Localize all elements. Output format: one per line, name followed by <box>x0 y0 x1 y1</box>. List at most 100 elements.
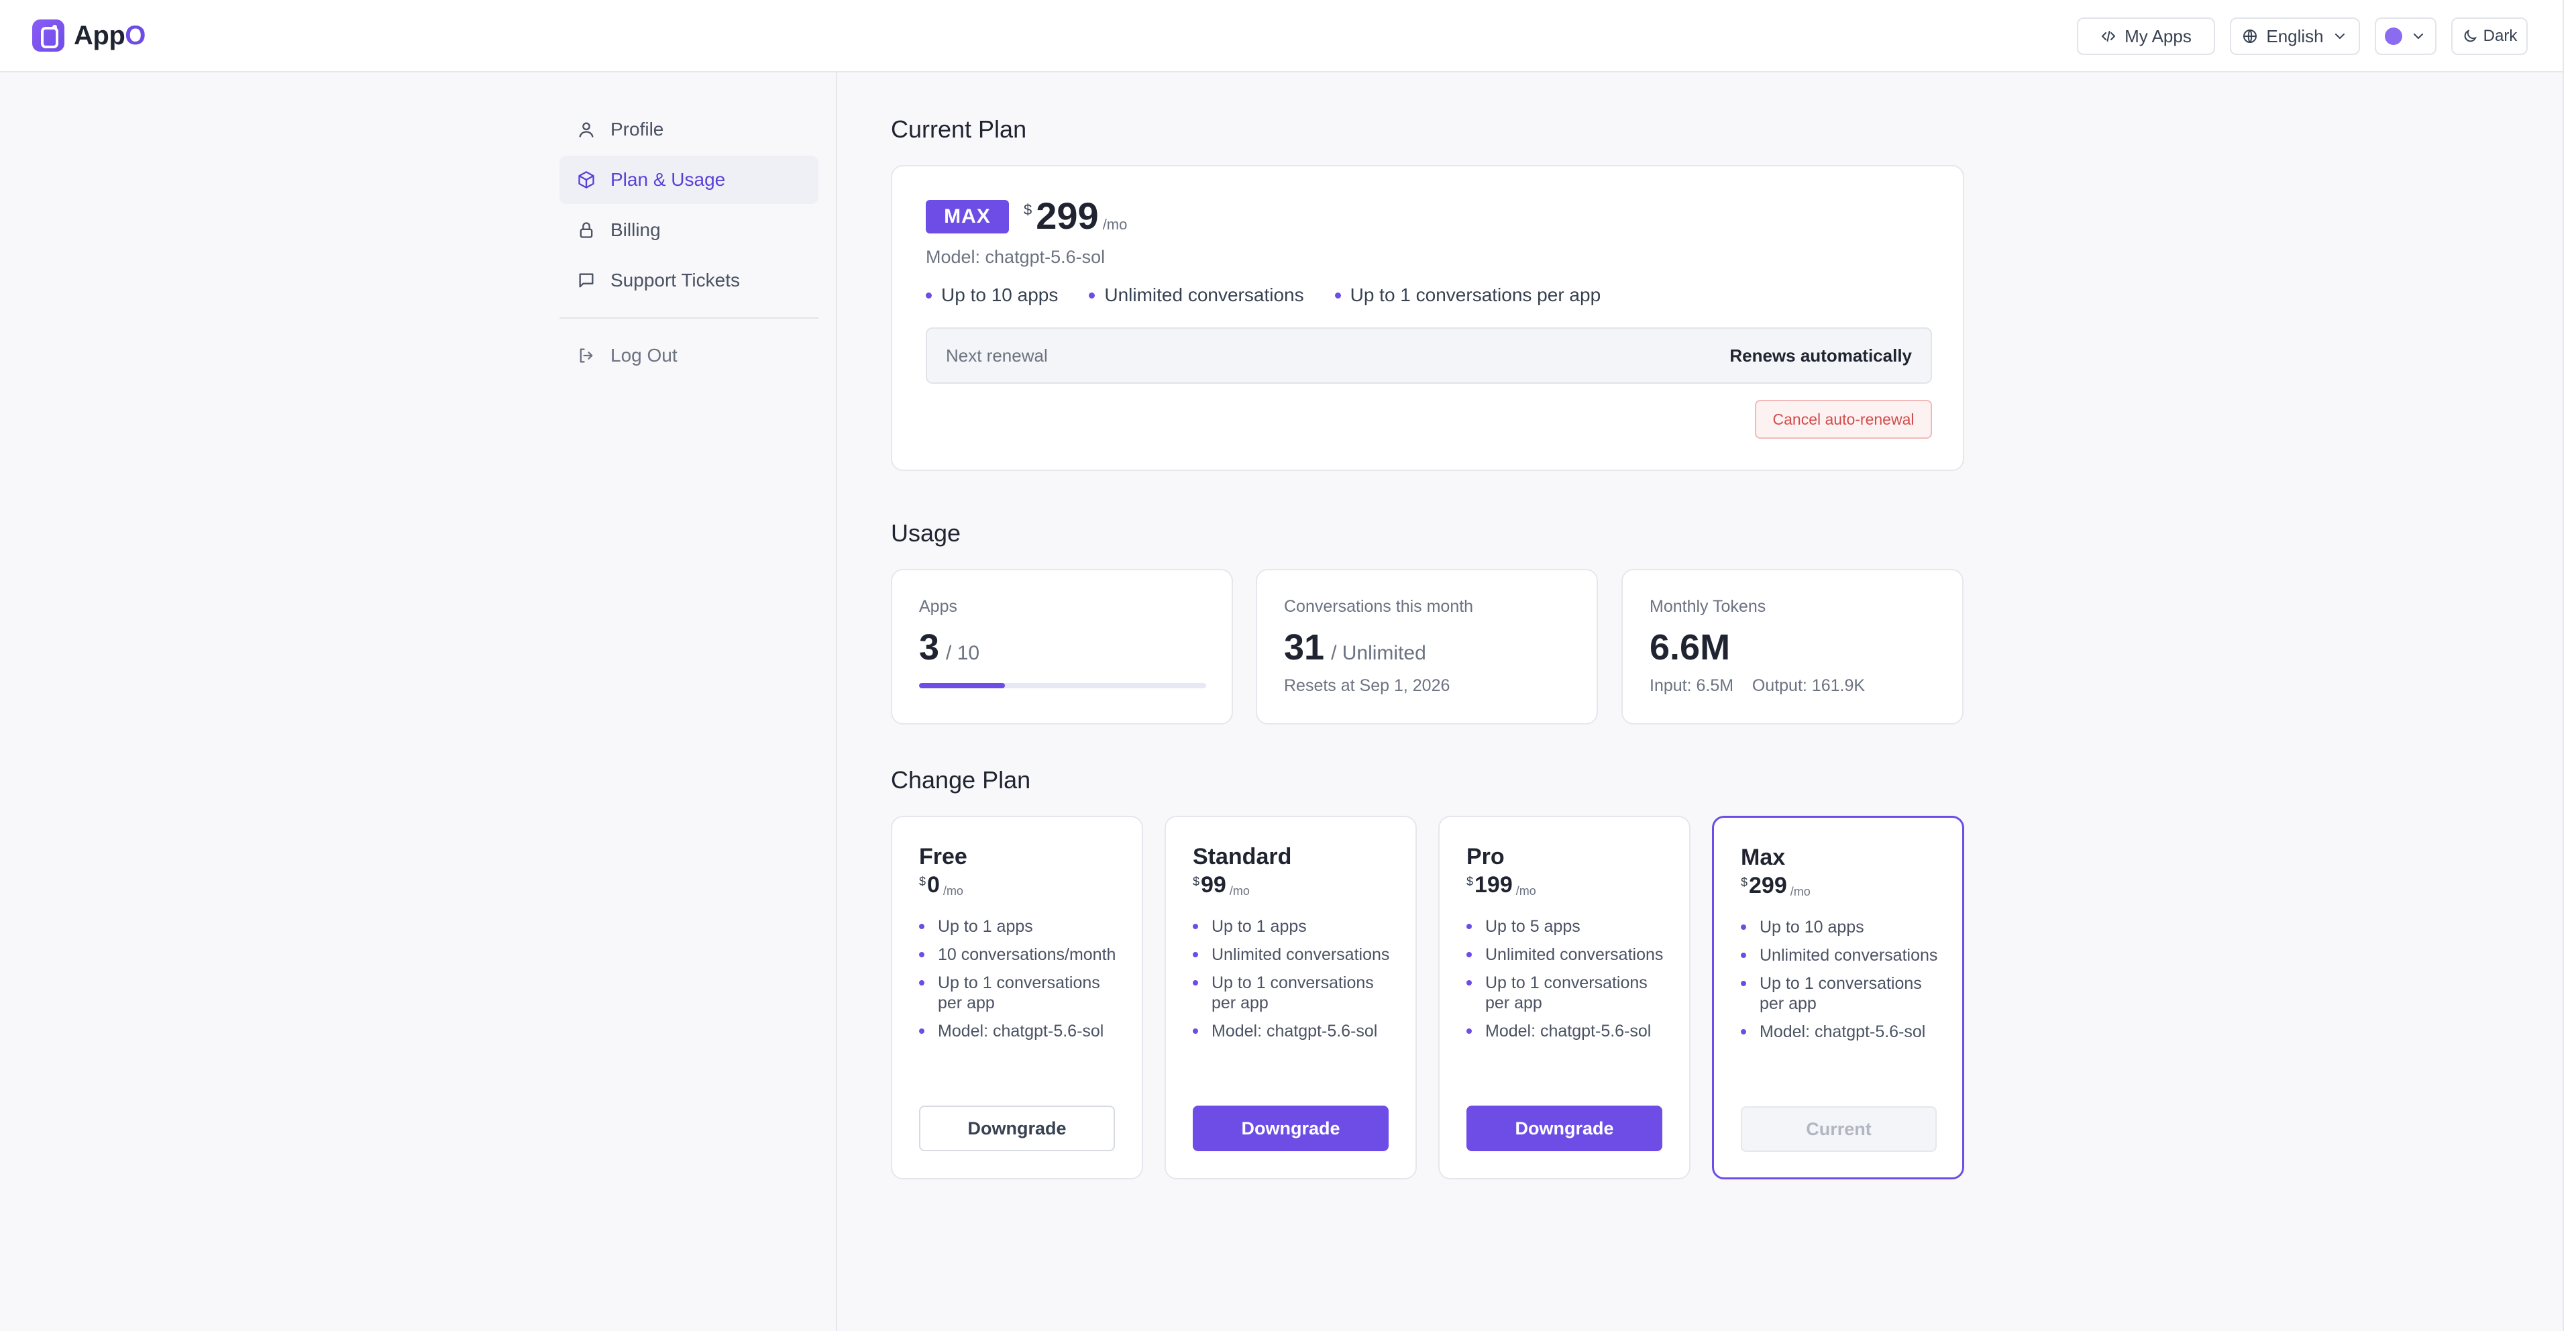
list-item: Unlimited conversations <box>1741 945 1942 965</box>
chevron-down-icon <box>2334 34 2345 40</box>
accent-color-swatch <box>2385 28 2402 45</box>
plan-card-max: Max $299/mo Up to 10 apps Unlimited conv… <box>1712 816 1964 1179</box>
bullet-icon <box>1334 292 1341 299</box>
plan-name: Free <box>919 844 967 869</box>
moon-icon <box>2464 30 2477 42</box>
bullet-icon <box>926 292 932 299</box>
bullet-icon <box>1193 952 1198 957</box>
sidebar-item-label: Billing <box>610 219 661 240</box>
renewal-info: Next renewal Renews automatically <box>926 327 1932 384</box>
list-item: Up to 1 conversations per app <box>1193 973 1394 1013</box>
logout-label: Log Out <box>610 345 678 366</box>
usage-heading: Usage <box>891 519 961 547</box>
token-breakdown: Input: 6.5M Output: 161.9K <box>1650 676 1866 695</box>
usage-card-conversations: Conversations this month 31/ Unlimited R… <box>1256 569 1598 725</box>
dark-mode-label: Dark <box>2483 27 2518 45</box>
sidebar-item-label: Plan & Usage <box>610 169 726 190</box>
list-item: Up to 5 apps <box>1466 916 1668 937</box>
top-header: AppO My Apps English Dark <box>0 0 2576 72</box>
apps-progress-bar <box>919 683 1206 688</box>
list-item: Up to 1 apps <box>919 916 1120 937</box>
bullet-icon <box>1741 981 1746 986</box>
usage-label: Monthly Tokens <box>1650 597 1766 616</box>
plan-card-pro: Pro $199/mo Up to 5 apps Unlimited conve… <box>1438 816 1690 1179</box>
feature-item: Up to 1 conversations per app <box>1334 284 1601 306</box>
globe-icon <box>2243 30 2257 43</box>
bullet-icon <box>919 952 924 957</box>
plan-price: $99/mo <box>1193 872 1250 898</box>
sidebar-item-billing[interactable]: Billing <box>559 206 818 254</box>
bullet-icon <box>919 924 924 929</box>
plan-card-standard: Standard $99/mo Up to 1 apps Unlimited c… <box>1165 816 1417 1179</box>
cancel-auto-renewal-button[interactable]: Cancel auto-renewal <box>1755 400 1932 439</box>
plan-features: Up to 1 apps Unlimited conversations Up … <box>1193 916 1394 1049</box>
accent-color-select[interactable] <box>2375 17 2436 55</box>
user-icon <box>579 122 594 138</box>
logout-icon <box>580 348 593 363</box>
plan-price: $199/mo <box>1466 872 1536 898</box>
price-period: /mo <box>1102 216 1128 233</box>
current-plan-price: $ 299 /mo <box>1024 196 1127 236</box>
sidebar-border <box>836 72 837 1331</box>
list-item: Model: chatgpt-5.6-sol <box>919 1021 1120 1041</box>
usage-label: Apps <box>919 597 957 616</box>
box-icon <box>578 171 594 189</box>
downgrade-pro-button[interactable]: Downgrade <box>1466 1106 1662 1151</box>
bullet-icon <box>1741 1029 1746 1034</box>
plan-name: Standard <box>1193 844 1292 869</box>
feature-item: Unlimited conversations <box>1089 284 1304 306</box>
sidebar-divider <box>559 317 818 319</box>
current-plan-heading: Current Plan <box>891 115 1027 143</box>
usage-value: 6.6M <box>1650 627 1731 668</box>
bullet-icon <box>1193 980 1198 986</box>
list-item: Model: chatgpt-5.6-sol <box>1741 1022 1942 1042</box>
plan-features: Up to 1 apps 10 conversations/month Up t… <box>919 916 1120 1049</box>
sidebar-item-profile[interactable]: Profile <box>559 105 818 154</box>
usage-label: Conversations this month <box>1284 597 1474 616</box>
usage-card-apps: Apps 3/ 10 <box>891 569 1233 725</box>
plan-price: $0/mo <box>919 872 963 898</box>
app-logo[interactable]: AppO <box>32 19 146 52</box>
usage-value: 3/ 10 <box>919 627 980 668</box>
list-item: Unlimited conversations <box>1193 945 1394 965</box>
list-item: Model: chatgpt-5.6-sol <box>1466 1021 1668 1041</box>
bullet-icon <box>1466 952 1472 957</box>
my-apps-label: My Apps <box>2125 25 2192 46</box>
logout-button[interactable]: Log Out <box>559 331 818 380</box>
bullet-icon <box>919 1028 924 1034</box>
dark-mode-toggle[interactable]: Dark <box>2451 17 2528 55</box>
list-item: Up to 10 apps <box>1741 917 1942 937</box>
bullet-icon <box>1466 980 1472 986</box>
currency-symbol: $ <box>1024 201 1032 218</box>
sidebar-item-plan-usage[interactable]: Plan & Usage <box>559 156 818 204</box>
plan-name: Pro <box>1466 844 1505 869</box>
bullet-icon <box>1193 1028 1198 1034</box>
current-plan-features: Up to 10 apps Unlimited conversations Up… <box>926 284 1601 306</box>
plan-price: $299/mo <box>1741 873 1811 898</box>
downgrade-standard-button[interactable]: Downgrade <box>1193 1106 1389 1151</box>
bullet-icon <box>1193 924 1198 929</box>
sidebar-item-support-tickets[interactable]: Support Tickets <box>559 256 818 305</box>
list-item: Up to 1 apps <box>1193 916 1394 937</box>
downgrade-free-button[interactable]: Downgrade <box>919 1106 1115 1151</box>
scrollbar-track[interactable] <box>2563 0 2576 1331</box>
list-item: Up to 1 conversations per app <box>1466 973 1668 1013</box>
list-item: 10 conversations/month <box>919 945 1120 965</box>
list-item: Model: chatgpt-5.6-sol <box>1193 1021 1394 1041</box>
language-label: English <box>2266 25 2324 46</box>
renewal-value: Renews automatically <box>1729 345 1912 366</box>
language-select[interactable]: English <box>2230 17 2360 55</box>
lock-icon <box>580 222 593 238</box>
bullet-icon <box>919 980 924 986</box>
list-item: Up to 1 conversations per app <box>919 973 1120 1013</box>
price-amount: 299 <box>1036 195 1099 237</box>
logo-icon <box>32 19 64 52</box>
progress-fill <box>919 683 1006 688</box>
bullet-icon <box>1466 924 1472 929</box>
renewal-label: Next renewal <box>946 345 1048 366</box>
chevron-down-icon <box>2414 34 2423 40</box>
my-apps-button[interactable]: My Apps <box>2077 17 2215 55</box>
plan-card-free: Free $0/mo Up to 1 apps 10 conversations… <box>891 816 1143 1179</box>
sidebar-item-label: Support Tickets <box>610 270 740 290</box>
sidebar-item-label: Profile <box>610 119 664 140</box>
